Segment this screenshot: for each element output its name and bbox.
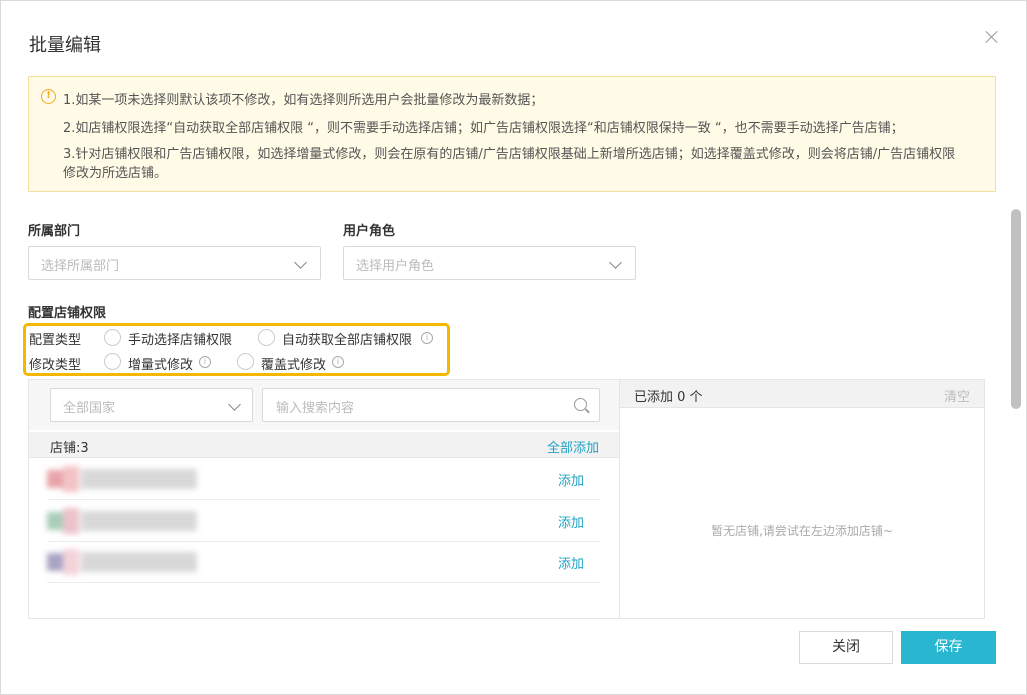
modify-type-label: 修改类型 — [29, 358, 82, 373]
added-count: 已添加 0 个 — [634, 390, 703, 405]
close-icon[interactable] — [983, 28, 1001, 46]
store-count: 店铺:3 — [50, 441, 89, 456]
role-label: 用户角色 — [343, 224, 396, 239]
blur-block — [47, 553, 63, 571]
clear-button[interactable]: 清空 — [944, 386, 970, 405]
store-filter-bar: 全部国家 输入搜索内容 — [29, 380, 619, 430]
blur-block — [81, 552, 197, 572]
chevron-down-icon — [228, 398, 241, 411]
blur-block — [47, 512, 63, 530]
blur-block — [47, 470, 63, 488]
notice-line-3: 3.针对店铺权限和广告店铺权限，如选择增量式修改，则会在原有的店铺/广告店铺权限… — [63, 147, 956, 162]
config-type-label: 配置类型 — [29, 333, 82, 348]
notice-line-1: 1.如某一项未选择则默认该项不修改，如有选择则所选用户会批量修改为最新数据； — [63, 93, 544, 108]
role-select[interactable]: 选择用户角色 — [343, 246, 636, 280]
info-icon[interactable]: i — [332, 356, 344, 368]
add-all-button[interactable]: 全部添加 — [547, 437, 599, 456]
department-label: 所属部门 — [28, 224, 81, 239]
country-select[interactable]: 全部国家 — [50, 388, 253, 422]
selected-header: 已添加 0 个 清空 — [620, 380, 984, 408]
search-icon[interactable] — [574, 398, 587, 411]
radio-incremental[interactable] — [104, 353, 121, 370]
info-icon[interactable]: i — [421, 332, 433, 344]
search-placeholder: 输入搜索内容 — [276, 401, 355, 416]
chevron-down-icon — [294, 256, 307, 269]
notice-line-3-cont: 修改为所选店铺。 — [63, 166, 168, 181]
radio-overwrite[interactable] — [237, 353, 254, 370]
blur-block — [81, 511, 197, 531]
notice-line-2: 2.如店铺权限选择“自动获取全部店铺权限 “，则不需要手动选择店铺；如广告店铺权… — [63, 121, 904, 136]
radio-manual-select[interactable] — [104, 329, 121, 346]
radio-auto-all[interactable] — [258, 329, 275, 346]
add-store-button[interactable]: 添加 — [558, 512, 584, 531]
add-store-button[interactable]: 添加 — [558, 553, 584, 572]
store-list-header: 店铺:3 全部添加 — [29, 432, 619, 458]
warning-icon: ! — [41, 89, 56, 104]
save-button[interactable]: 保存 — [901, 631, 996, 664]
blur-block — [63, 549, 79, 575]
department-select[interactable]: 选择所属部门 — [28, 246, 321, 280]
radio-manual-select-label[interactable]: 手动选择店铺权限 — [128, 329, 232, 348]
empty-message: 暂无店铺,请尝试在左边添加店铺~ — [711, 524, 893, 538]
radio-incremental-label[interactable]: 增量式修改 — [128, 354, 193, 373]
store-row: 添加 — [47, 541, 601, 583]
blur-block — [63, 508, 79, 534]
store-permission-label: 配置店铺权限 — [28, 306, 107, 321]
notice-box: ! 1.如某一项未选择则默认该项不修改，如有选择则所选用户会批量修改为最新数据；… — [28, 76, 996, 192]
radio-overwrite-label[interactable]: 覆盖式修改 — [261, 354, 326, 373]
batch-edit-dialog: 批量编辑 ! 1.如某一项未选择则默认该项不修改，如有选择则所选用户会批量修改为… — [0, 0, 1027, 695]
selected-stores-panel: 已添加 0 个 清空 暂无店铺,请尝试在左边添加店铺~ — [620, 379, 985, 619]
country-placeholder: 全部国家 — [63, 401, 116, 416]
blur-block — [81, 469, 197, 489]
store-list-panel: 全部国家 输入搜索内容 店铺:3 全部添加 添加 添加 添加 — [28, 379, 620, 619]
add-store-button[interactable]: 添加 — [558, 470, 584, 489]
close-button[interactable]: 关闭 — [799, 631, 893, 664]
store-name-blurred — [47, 549, 197, 575]
store-name-blurred — [47, 508, 197, 534]
store-row: 添加 — [47, 458, 601, 500]
info-icon[interactable]: i — [199, 356, 211, 368]
blur-block — [63, 466, 79, 492]
dialog-title: 批量编辑 — [29, 35, 101, 56]
scrollbar-thumb[interactable] — [1011, 209, 1021, 409]
radio-auto-all-label[interactable]: 自动获取全部店铺权限 — [282, 329, 412, 348]
store-row: 添加 — [47, 500, 601, 542]
store-search-input[interactable]: 输入搜索内容 — [262, 388, 600, 422]
store-name-blurred — [47, 466, 197, 492]
department-placeholder: 选择所属部门 — [41, 259, 120, 274]
role-placeholder: 选择用户角色 — [356, 259, 435, 274]
chevron-down-icon — [609, 256, 622, 269]
